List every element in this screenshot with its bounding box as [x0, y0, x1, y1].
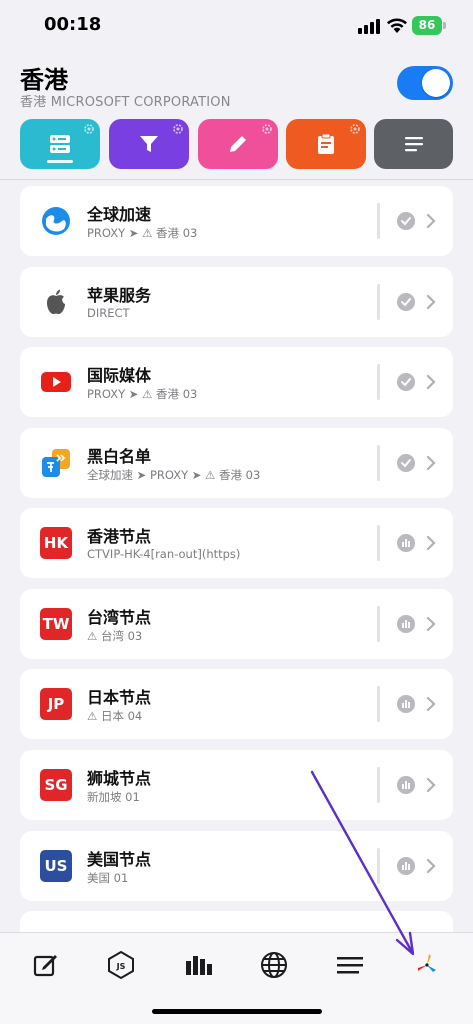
policy-card[interactable]: TW 台湾节点 ⚠ 台湾 03 [20, 589, 453, 659]
main-toggle-switch[interactable] [397, 66, 453, 100]
youtube-icon [41, 372, 71, 392]
chevron-right-icon[interactable] [425, 293, 437, 311]
card-separator [377, 284, 380, 320]
flag-jp-icon: JP [40, 688, 72, 720]
speed-test-icon[interactable] [397, 695, 415, 713]
header-divider [0, 179, 473, 180]
card-separator [377, 525, 380, 561]
pencil-icon [230, 136, 246, 152]
policy-name: 黑白名单 [87, 447, 152, 466]
policy-name: 日本节点 [87, 688, 152, 707]
policy-card[interactable]: 国际媒体 PROXY ➤ ⚠ 香港 03 [20, 347, 453, 417]
check-icon [397, 373, 415, 391]
js-icon[interactable]: JS [106, 950, 136, 980]
flag-tw-icon: TW [40, 608, 72, 640]
tile-clipboard[interactable] [286, 119, 366, 169]
chevron-right-icon[interactable] [425, 212, 437, 230]
policy-name: 台湾节点 [87, 608, 152, 627]
apple-icon [47, 289, 65, 315]
gear-icon [84, 124, 94, 134]
policy-card[interactable]: HK 香港节点 CTVIP-HK-4[ran-out](https) [20, 508, 453, 578]
policy-route: DIRECT [87, 306, 130, 320]
policy-card[interactable]: 黑白名单 全球加速 ➤ PROXY ➤ ⚠ 香港 03 [20, 428, 453, 498]
list-icon [405, 137, 423, 152]
policy-card[interactable]: 苹果服务 DIRECT [20, 267, 453, 337]
wifi-icon [387, 18, 407, 33]
chevron-right-icon[interactable] [425, 454, 437, 472]
chevron-right-icon[interactable] [425, 695, 437, 713]
edit-icon[interactable] [31, 950, 61, 980]
card-separator [377, 606, 380, 642]
check-icon [397, 454, 415, 472]
policy-name: 全球加速 [87, 205, 152, 224]
policy-route: ⚠ 台湾 03 [87, 629, 143, 643]
gear-icon [262, 124, 272, 134]
policy-name: 香港节点 [87, 527, 152, 546]
filter-icon [140, 136, 158, 152]
policy-route: PROXY ➤ ⚠ 香港 03 [87, 226, 198, 240]
page-title: 香港 [20, 66, 68, 94]
battery-indicator: 86 [412, 16, 442, 35]
gear-icon [350, 124, 360, 134]
policy-route: 新加坡 01 [87, 790, 140, 804]
globe-icon [42, 207, 70, 235]
translate-icon [42, 449, 70, 477]
check-icon [397, 293, 415, 311]
flag-us-icon: US [40, 850, 72, 882]
card-separator [377, 686, 380, 722]
cellular-signal-icon [358, 19, 380, 34]
toggle-knob [422, 69, 450, 97]
policy-name: 美国节点 [87, 850, 152, 869]
clipboard-icon [318, 133, 334, 154]
check-icon [397, 212, 415, 230]
flag-hk-icon: HK [40, 527, 72, 559]
globe-icon[interactable] [259, 950, 289, 980]
gear-icon [173, 124, 183, 134]
stats-icon[interactable] [184, 950, 214, 980]
card-separator [377, 445, 380, 481]
status-bar: 00:18 86 [0, 0, 473, 52]
policy-card[interactable]: 全球加速 PROXY ➤ ⚠ 香港 03 [20, 186, 453, 256]
policy-card[interactable]: JP 日本节点 ⚠ 日本 04 [20, 669, 453, 739]
chevron-right-icon[interactable] [425, 615, 437, 633]
policy-name: 狮城节点 [87, 769, 152, 788]
status-time: 00:18 [44, 14, 102, 35]
annotation-arrow [310, 770, 415, 956]
svg-text:JS: JS [116, 962, 126, 971]
tile-active-indicator [47, 160, 73, 163]
battery-cap [443, 22, 446, 29]
chevron-right-icon[interactable] [425, 534, 437, 552]
home-indicator [152, 1009, 322, 1014]
page-subtitle: 香港 MICROSOFT CORPORATION [20, 95, 231, 110]
policy-name: 苹果服务 [87, 286, 152, 305]
tile-list[interactable] [374, 119, 453, 169]
policy-route: ⚠ 日本 04 [87, 709, 143, 723]
chevron-right-icon[interactable] [425, 373, 437, 391]
policy-route: 全球加速 ➤ PROXY ➤ ⚠ 香港 03 [87, 468, 261, 482]
policy-route: PROXY ➤ ⚠ 香港 03 [87, 387, 198, 401]
tile-edit[interactable] [198, 119, 278, 169]
policy-route: CTVIP-HK-4[ran-out](https) [87, 547, 241, 561]
policy-route: 美国 01 [87, 871, 129, 885]
flag-sg-icon: SG [40, 769, 72, 801]
tile-servers[interactable] [20, 119, 100, 169]
tile-filter[interactable] [109, 119, 189, 169]
card-separator [377, 364, 380, 400]
speed-test-icon[interactable] [397, 615, 415, 633]
speed-test-icon[interactable] [397, 534, 415, 552]
servers-icon [50, 135, 70, 153]
policy-name: 国际媒体 [87, 366, 152, 385]
card-separator [377, 203, 380, 239]
